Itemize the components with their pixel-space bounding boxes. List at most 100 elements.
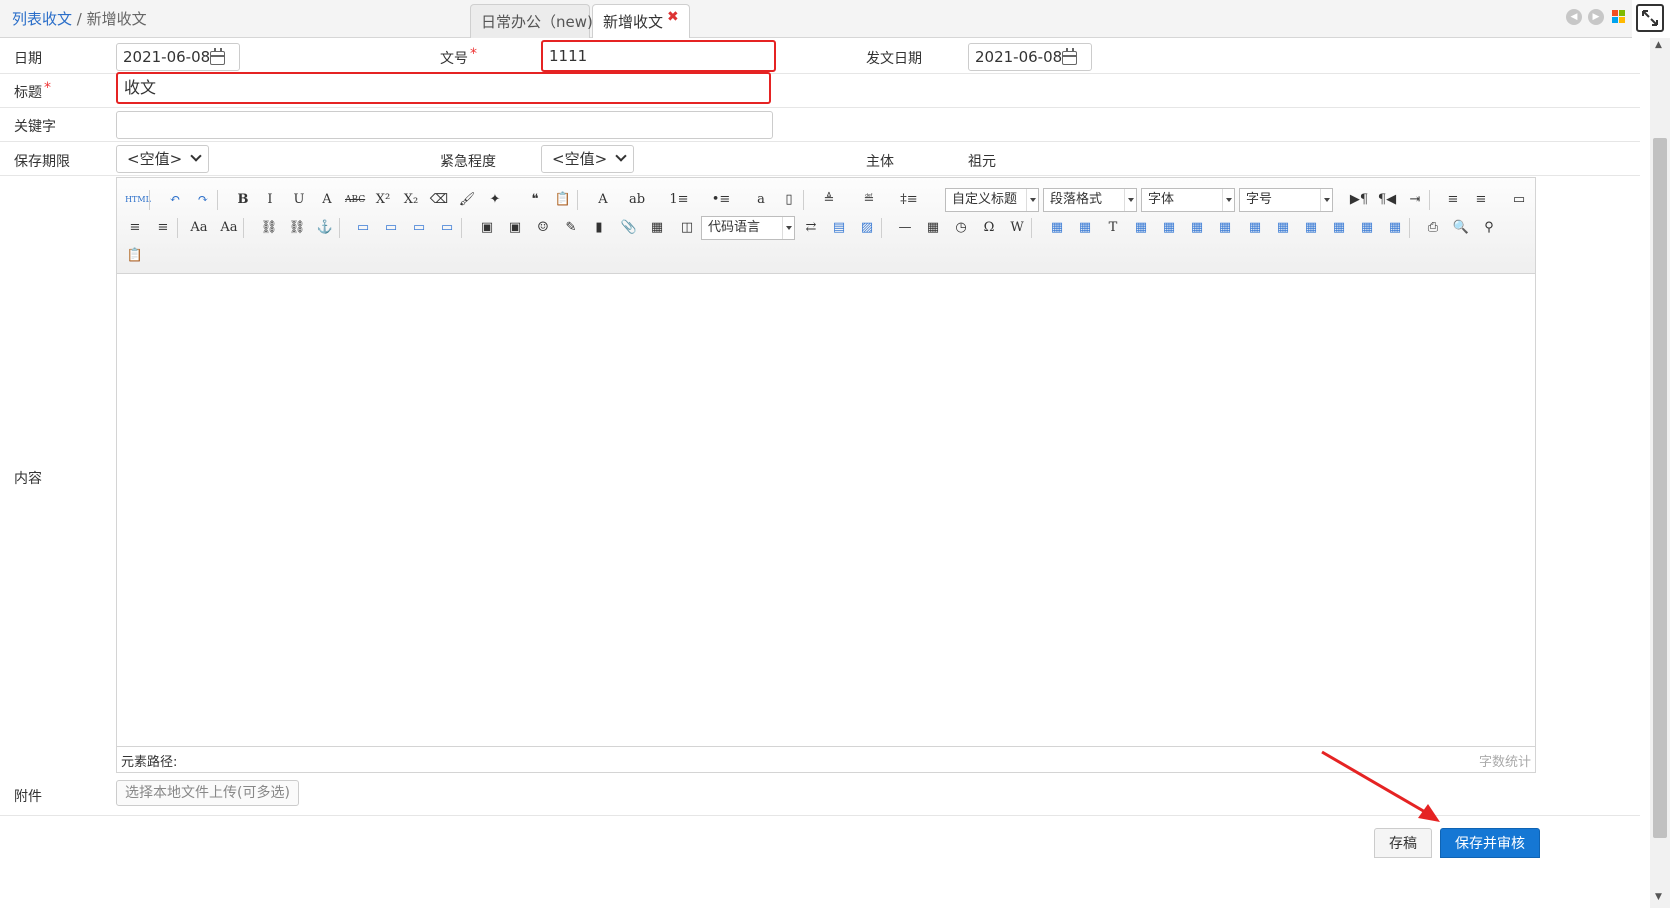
save-review-button[interactable]: 保存并审核	[1440, 828, 1540, 858]
merge-icon[interactable]: ▦	[1245, 218, 1265, 238]
close-icon[interactable]: ✖	[667, 9, 679, 25]
fullscreen-icon[interactable]: ▭	[1509, 190, 1529, 210]
upload-button[interactable]: 选择本地文件上传(可多选)	[116, 780, 299, 806]
table-icon[interactable]: ▦	[1047, 218, 1067, 238]
image-icon[interactable]: ▣	[477, 218, 497, 238]
retention-select[interactable]: <空值>	[116, 145, 210, 173]
align-center-icon[interactable]: ≡	[1471, 190, 1491, 210]
hr-icon[interactable]: —	[895, 218, 915, 238]
quote-icon[interactable]: ❝	[525, 190, 545, 210]
brush-icon[interactable]: 🖌	[457, 190, 477, 210]
special-char-icon[interactable]: Ω	[979, 218, 999, 238]
eraser-icon[interactable]: ⌫	[429, 190, 449, 210]
scroll-down-icon[interactable]: ▼	[1655, 892, 1662, 902]
scroll-left-icon[interactable]: ◀	[1566, 9, 1582, 25]
date-icon[interactable]: ▦	[923, 218, 943, 238]
search-icon[interactable]: ⚲	[1479, 218, 1499, 238]
split-icon[interactable]: ▦	[1329, 218, 1349, 238]
lower-icon[interactable]: Aa	[219, 218, 239, 238]
upper-icon[interactable]: Aa	[189, 218, 209, 238]
line-height-icon[interactable]: ‡≡	[899, 190, 919, 210]
row-spacing-top-icon[interactable]: ≜	[819, 190, 839, 210]
del-col-icon[interactable]: ▦	[1215, 218, 1235, 238]
issue-date-input[interactable]: 2021-06-08	[968, 43, 1092, 71]
ins-col-icon[interactable]: ▦	[1187, 218, 1207, 238]
scroll-right-icon[interactable]: ▶	[1588, 9, 1604, 25]
redo-icon[interactable]: ↷	[193, 190, 213, 210]
emotion-icon[interactable]: ☺	[533, 218, 553, 238]
del-row-icon[interactable]: ▦	[1159, 218, 1179, 238]
urgency-select[interactable]: <空值>	[541, 145, 635, 173]
attach-icon[interactable]: 📎	[619, 218, 639, 238]
multi-image-icon[interactable]: ▣	[505, 218, 525, 238]
calendar-icon[interactable]	[1062, 48, 1077, 65]
split-row-icon[interactable]: ▦	[1357, 218, 1377, 238]
underline-icon[interactable]: U	[289, 190, 309, 210]
template-icon[interactable]: ▤	[829, 218, 849, 238]
toolbar-combo-font[interactable]: 字体	[1141, 188, 1235, 212]
bold-icon[interactable]: B	[233, 190, 253, 210]
title-input[interactable]: 收文	[116, 72, 771, 104]
img-right-icon[interactable]: ▭	[409, 218, 429, 238]
tab-daily-office[interactable]: 日常办公（new)	[470, 4, 593, 38]
toolbar-combo-paragraph[interactable]: 段落格式	[1043, 188, 1137, 212]
calendar-icon[interactable]	[210, 48, 225, 65]
ins-row-icon[interactable]: ▦	[1131, 218, 1151, 238]
scrollbar-thumb[interactable]	[1653, 138, 1667, 838]
docno-input[interactable]: 1111	[541, 40, 776, 72]
html-icon[interactable]: HTML	[125, 190, 151, 210]
img-left-icon[interactable]: ▭	[381, 218, 401, 238]
font-color-icon[interactable]: A	[593, 190, 613, 210]
paste-icon[interactable]: 📋	[553, 190, 573, 210]
img-center-icon[interactable]: ▭	[437, 218, 457, 238]
background-icon[interactable]: ▨	[857, 218, 877, 238]
unordered-icon[interactable]: •≡	[711, 190, 731, 210]
frame-icon[interactable]: ◫	[677, 218, 697, 238]
breadcrumb-parent-link[interactable]: 列表收文	[12, 10, 72, 28]
merge-down-icon[interactable]: ▦	[1301, 218, 1321, 238]
fullscreen-icon[interactable]	[1636, 4, 1664, 32]
date-input[interactable]: 2021-06-08	[116, 43, 240, 71]
link-icon[interactable]: ⛓	[259, 218, 279, 238]
draft-button[interactable]: 存稿	[1374, 828, 1432, 858]
word-icon[interactable]: W	[1007, 218, 1027, 238]
paste-plain-icon[interactable]: 📋	[125, 246, 145, 266]
vertical-scrollbar[interactable]: ▲ ▼	[1650, 38, 1670, 908]
scroll-up-icon[interactable]: ▲	[1655, 40, 1662, 50]
strike-icon[interactable]: ABC	[345, 190, 365, 210]
pagebreak-icon[interactable]: ⇄	[801, 218, 821, 238]
editor-content-area[interactable]	[117, 274, 1535, 746]
toolbar-combo-code-lang[interactable]: 代码语言	[701, 216, 795, 240]
scrawl-icon[interactable]: ✎	[561, 218, 581, 238]
ltr-icon[interactable]: ▶¶	[1349, 190, 1369, 210]
italic-icon[interactable]: I	[260, 190, 280, 210]
toolbar-combo-custom-title[interactable]: 自定义标题	[945, 188, 1039, 212]
tab-new-receive[interactable]: 新增收文 ✖	[592, 4, 690, 38]
unlink-icon[interactable]: ⛓	[287, 218, 307, 238]
merge-right-icon[interactable]: ▦	[1273, 218, 1293, 238]
print-icon[interactable]: ⎙	[1423, 218, 1443, 238]
time-icon[interactable]: ◷	[951, 218, 971, 238]
font-border-icon[interactable]: A	[317, 190, 337, 210]
table-title-icon[interactable]: T	[1103, 218, 1123, 238]
preview-icon[interactable]: 🔍	[1451, 218, 1471, 238]
anchor-icon[interactable]: ⚓	[315, 218, 335, 238]
highlight-icon[interactable]: ab	[627, 190, 647, 210]
img-none-icon[interactable]: ▭	[353, 218, 373, 238]
video-icon[interactable]: ▮	[589, 218, 609, 238]
del-table-icon[interactable]: ▦	[1075, 218, 1095, 238]
blank-icon[interactable]: ▯	[779, 190, 799, 210]
toolbar-combo-font-size[interactable]: 字号	[1239, 188, 1333, 212]
at-icon[interactable]: a	[751, 190, 771, 210]
split-col-icon[interactable]: ▦	[1385, 218, 1405, 238]
map-icon[interactable]: ▦	[647, 218, 667, 238]
magic-icon[interactable]: ✦	[485, 190, 505, 210]
sup-icon[interactable]: X²	[373, 190, 393, 210]
row-spacing-bottom-icon[interactable]: ≝	[859, 190, 879, 210]
keyword-input[interactable]	[116, 111, 773, 139]
ordered-icon[interactable]: 1≡	[669, 190, 689, 210]
justify-icon[interactable]: ≡	[153, 218, 173, 238]
windows-icon[interactable]	[1612, 10, 1626, 24]
align-right-icon[interactable]: ≡	[125, 218, 145, 238]
indent-icon[interactable]: ⇥	[1405, 190, 1425, 210]
